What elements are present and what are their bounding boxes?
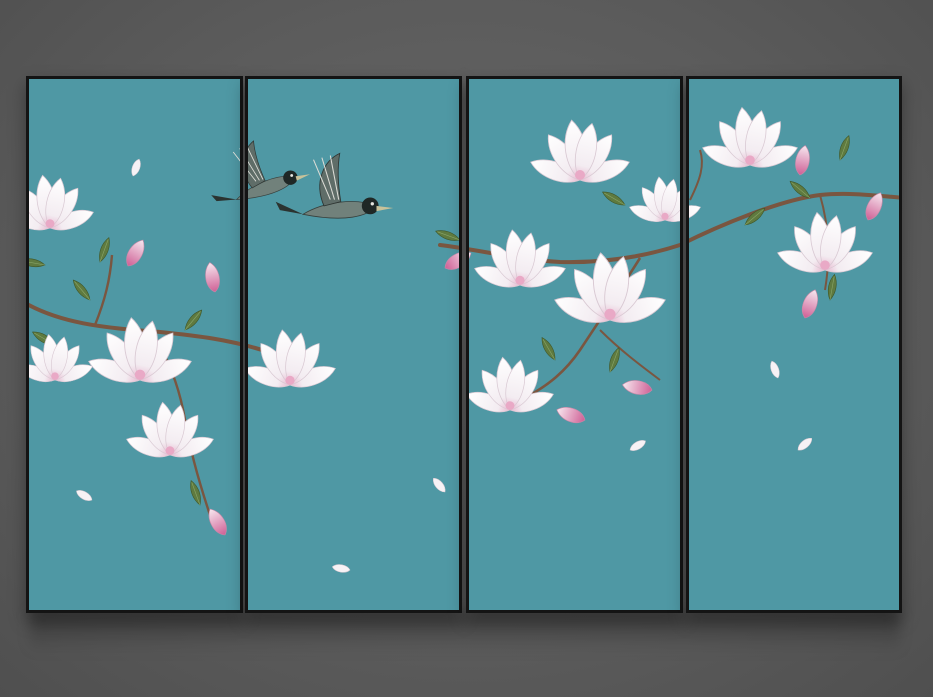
magnolia-blossom-icon: [4, 106, 875, 462]
wall-art-scene: [0, 0, 933, 697]
magnolia-artwork: [4, 0, 899, 574]
branch-left: [29, 254, 264, 516]
bird-icon: [200, 128, 394, 219]
